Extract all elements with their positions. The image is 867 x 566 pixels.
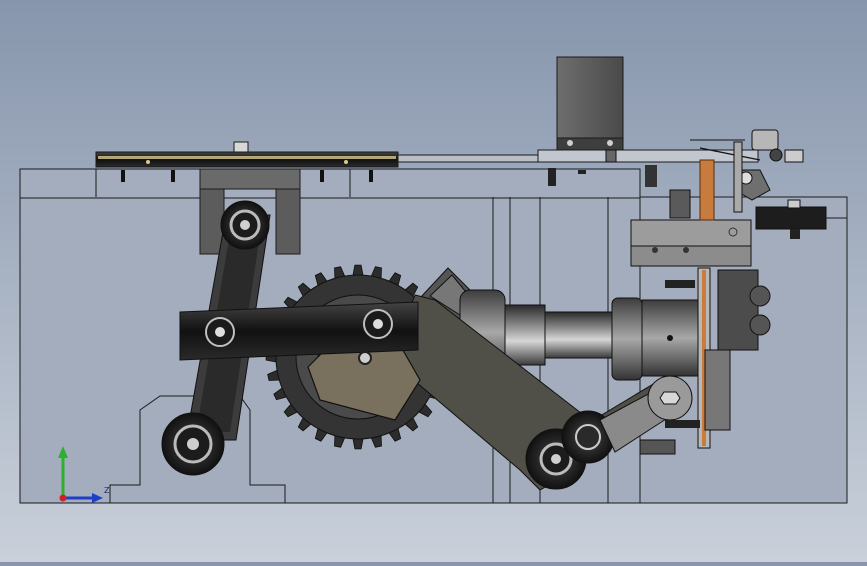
- triad-axis-label: Z: [104, 486, 110, 495]
- lever-bar: [179, 301, 419, 361]
- bearing-lower-left: [161, 412, 225, 476]
- motor-block: [548, 56, 624, 186]
- cad-viewport[interactable]: Z: [0, 0, 867, 562]
- bearing-center: [358, 351, 372, 365]
- bearing-upper-left: [220, 200, 270, 250]
